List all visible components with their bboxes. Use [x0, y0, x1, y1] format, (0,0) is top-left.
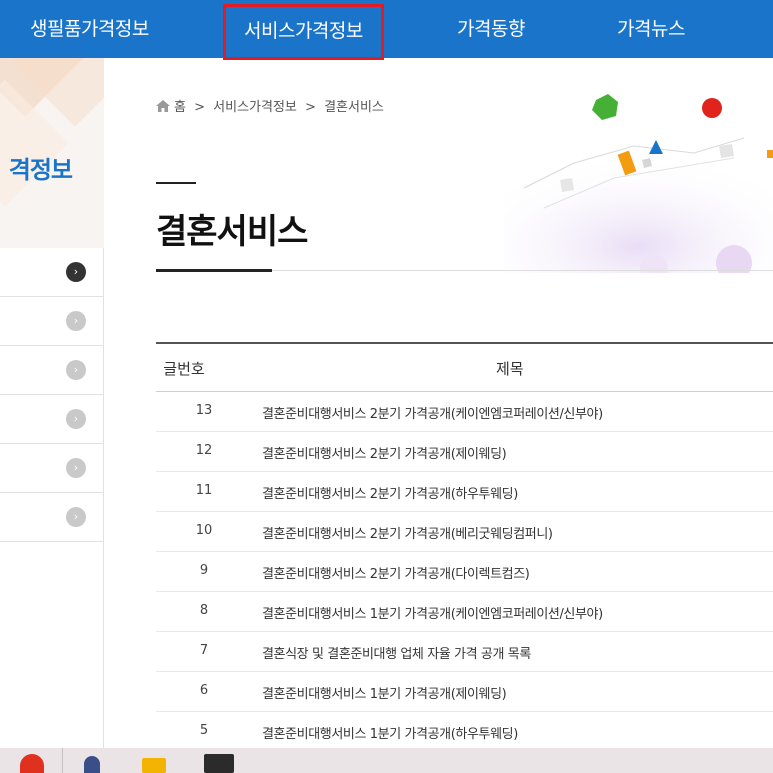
- page-title: 결혼서비스: [156, 212, 308, 252]
- column-header-number: 글번호: [163, 360, 205, 378]
- row-number: 7: [199, 643, 209, 658]
- app-icon[interactable]: [84, 756, 100, 773]
- table-row: 13 결혼준비대행서비스 2분기 가격공개(케이엔엠코퍼레이션/신부야): [156, 392, 773, 432]
- home-icon[interactable]: [156, 100, 170, 112]
- breadcrumb-separator: >: [305, 100, 316, 115]
- hero-decoration: [504, 94, 773, 273]
- sidebar-item-4[interactable]: ›: [0, 395, 104, 444]
- sidebar-item-6[interactable]: ›: [0, 493, 104, 542]
- row-title-link[interactable]: 결혼준비대행서비스 2분기 가격공개(다이렉트컴즈): [262, 563, 530, 582]
- sidebar-title: 격정보: [8, 156, 73, 184]
- folder-icon[interactable]: [142, 758, 166, 773]
- table-row: 12 결혼준비대행서비스 2분기 가격공개(제이웨딩): [156, 432, 773, 472]
- os-taskbar: [0, 748, 773, 773]
- title-divider-accent: [156, 269, 272, 272]
- row-number: 12: [195, 443, 213, 458]
- breadcrumb-service-price[interactable]: 서비스가격정보: [213, 100, 297, 115]
- row-number: 9: [199, 563, 209, 578]
- table-row: 7 결혼식장 및 결혼준비대행 업체 자율 가격 공개 목록: [156, 632, 773, 672]
- row-title-link[interactable]: 결혼식장 및 결혼준비대행 업체 자율 가격 공개 목록: [262, 643, 531, 662]
- row-title-link[interactable]: 결혼준비대행서비스 2분기 가격공개(베리굿웨딩컴퍼니): [262, 523, 553, 542]
- row-title-link[interactable]: 결혼준비대행서비스 2분기 가격공개(제이웨딩): [262, 443, 507, 462]
- terminal-icon[interactable]: [204, 754, 234, 773]
- chrome-icon[interactable]: [20, 754, 44, 773]
- row-number: 10: [195, 523, 213, 538]
- table-row: 10 결혼준비대행서비스 2분기 가격공개(베리굿웨딩컴퍼니): [156, 512, 773, 552]
- sidebar: 격정보 › › › › › ›: [0, 58, 104, 748]
- column-header-title: 제목: [496, 360, 524, 378]
- chevron-right-circle-icon: ›: [66, 409, 86, 429]
- row-title-link[interactable]: 결혼준비대행서비스 2분기 가격공개(하우투웨딩): [262, 483, 518, 502]
- chevron-right-circle-icon: ›: [66, 311, 86, 331]
- sidebar-item-2[interactable]: ›: [0, 297, 104, 346]
- sidebar-header: 격정보: [0, 58, 104, 248]
- table-row: 6 결혼준비대행서비스 1분기 가격공개(제이웨딩): [156, 672, 773, 712]
- title-accent-line: [156, 182, 196, 184]
- nav-item-daily-goods[interactable]: 생필품가격정보: [30, 0, 149, 58]
- row-number: 5: [199, 723, 209, 738]
- sidebar-item-5[interactable]: ›: [0, 444, 104, 493]
- breadcrumb-separator: >: [194, 100, 206, 115]
- table-header: 글번호 제목: [156, 342, 773, 392]
- table-row: 8 결혼준비대행서비스 1분기 가격공개(케이엔엠코퍼레이션/신부야): [156, 592, 773, 632]
- row-number: 13: [195, 403, 213, 418]
- chevron-right-circle-icon: ›: [66, 360, 86, 380]
- row-number: 6: [199, 683, 209, 698]
- table-row: 11 결혼준비대행서비스 2분기 가격공개(하우투웨딩): [156, 472, 773, 512]
- sidebar-item-1[interactable]: ›: [0, 248, 104, 297]
- nav-item-service-price[interactable]: 서비스가격정보: [223, 4, 384, 60]
- chevron-right-circle-icon: ›: [66, 458, 86, 478]
- row-number: 11: [195, 483, 213, 498]
- table-row: 9 결혼준비대행서비스 2분기 가격공개(다이렉트컴즈): [156, 552, 773, 592]
- breadcrumb-home[interactable]: 홈: [174, 100, 186, 115]
- nav-item-price-trend[interactable]: 가격동향: [457, 0, 525, 58]
- taskbar-divider: [62, 748, 63, 773]
- chevron-right-circle-icon: ›: [66, 507, 86, 527]
- row-title-link[interactable]: 결혼준비대행서비스 1분기 가격공개(제이웨딩): [262, 683, 507, 702]
- breadcrumb: 홈 > 서비스가격정보 > 결혼서비스: [156, 96, 384, 115]
- row-number: 8: [199, 603, 209, 618]
- row-title-link[interactable]: 결혼준비대행서비스 1분기 가격공개(하우투웨딩): [262, 723, 518, 742]
- sidebar-item-3[interactable]: ›: [0, 346, 104, 395]
- top-navigation: 생필품가격정보 서비스가격정보 가격동향 가격뉴스: [0, 0, 773, 60]
- row-title-link[interactable]: 결혼준비대행서비스 2분기 가격공개(케이엔엠코퍼레이션/신부야): [262, 403, 603, 422]
- nav-item-price-news[interactable]: 가격뉴스: [617, 0, 685, 58]
- breadcrumb-current[interactable]: 결혼서비스: [324, 100, 384, 115]
- row-title-link[interactable]: 결혼준비대행서비스 1분기 가격공개(케이엔엠코퍼레이션/신부야): [262, 603, 603, 622]
- chevron-right-circle-icon: ›: [66, 262, 86, 282]
- table-row: 5 결혼준비대행서비스 1분기 가격공개(하우투웨딩): [156, 712, 773, 752]
- board-table: 글번호 제목 13 결혼준비대행서비스 2분기 가격공개(케이엔엠코퍼레이션/신…: [156, 342, 773, 752]
- main-content: 홈 > 서비스가격정보 > 결혼서비스 결혼서비스 글번호 제목 13 결혼준비…: [104, 58, 773, 752]
